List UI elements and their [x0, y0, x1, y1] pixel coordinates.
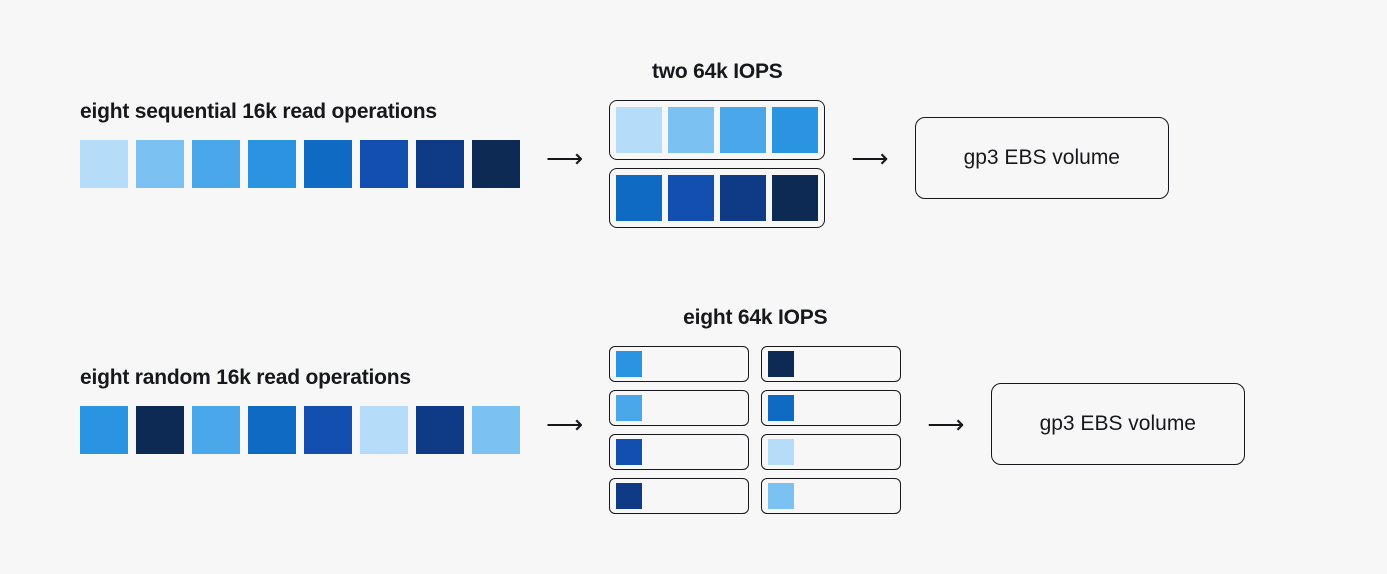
- color-block: [720, 107, 766, 153]
- sequential-row: eight sequential 16k read operations ⟶ t…: [80, 60, 1307, 228]
- color-block: [80, 140, 128, 188]
- random-merged-groups: [609, 346, 901, 514]
- sequential-merged-stage: two 64k IOPS: [609, 60, 825, 228]
- arrow-right-icon: ⟶: [546, 411, 583, 437]
- color-block: [136, 406, 184, 454]
- color-block: [360, 140, 408, 188]
- color-block: [616, 483, 642, 509]
- ebs-volume-box: gp3 EBS volume: [915, 117, 1169, 199]
- random-input-label: eight random 16k read operations: [80, 366, 411, 390]
- iops-group: [609, 390, 749, 426]
- iops-group: [761, 478, 901, 514]
- color-block: [192, 406, 240, 454]
- color-block: [616, 351, 642, 377]
- sequential-input-blocks: [80, 140, 520, 188]
- color-block: [768, 395, 794, 421]
- iops-group: [609, 434, 749, 470]
- color-block: [772, 107, 818, 153]
- color-block: [768, 483, 794, 509]
- iops-group: [761, 346, 901, 382]
- color-block: [616, 175, 662, 221]
- color-block: [360, 406, 408, 454]
- color-block: [616, 395, 642, 421]
- color-block: [668, 175, 714, 221]
- color-block: [668, 107, 714, 153]
- color-block: [192, 140, 240, 188]
- random-input-stage: eight random 16k read operations: [80, 366, 520, 454]
- color-block: [304, 140, 352, 188]
- color-block: [616, 107, 662, 153]
- sequential-merged-label: two 64k IOPS: [652, 60, 783, 84]
- iops-group: [609, 478, 749, 514]
- arrow-right-icon: ⟶: [851, 145, 888, 171]
- color-block: [136, 140, 184, 188]
- random-input-blocks: [80, 406, 520, 454]
- color-block: [248, 140, 296, 188]
- iops-group: [609, 346, 749, 382]
- color-block: [416, 140, 464, 188]
- iops-group: [761, 434, 901, 470]
- color-block: [616, 439, 642, 465]
- iops-group: [761, 390, 901, 426]
- color-block: [80, 406, 128, 454]
- arrow-right-icon: ⟶: [546, 145, 583, 171]
- color-block: [416, 406, 464, 454]
- random-merged-label: eight 64k IOPS: [683, 306, 827, 330]
- iops-group: [609, 168, 825, 228]
- ebs-volume-box: gp3 EBS volume: [991, 383, 1245, 465]
- random-merged-stage: eight 64k IOPS: [609, 306, 901, 514]
- color-block: [768, 439, 794, 465]
- sequential-input-label: eight sequential 16k read operations: [80, 100, 437, 124]
- color-block: [772, 175, 818, 221]
- color-block: [472, 140, 520, 188]
- random-row: eight random 16k read operations ⟶ eight…: [80, 306, 1307, 514]
- color-block: [768, 351, 794, 377]
- sequential-input-stage: eight sequential 16k read operations: [80, 100, 520, 188]
- color-block: [304, 406, 352, 454]
- color-block: [720, 175, 766, 221]
- sequential-merged-groups: [609, 100, 825, 228]
- color-block: [472, 406, 520, 454]
- arrow-right-icon: ⟶: [927, 411, 964, 437]
- color-block: [248, 406, 296, 454]
- iops-group: [609, 100, 825, 160]
